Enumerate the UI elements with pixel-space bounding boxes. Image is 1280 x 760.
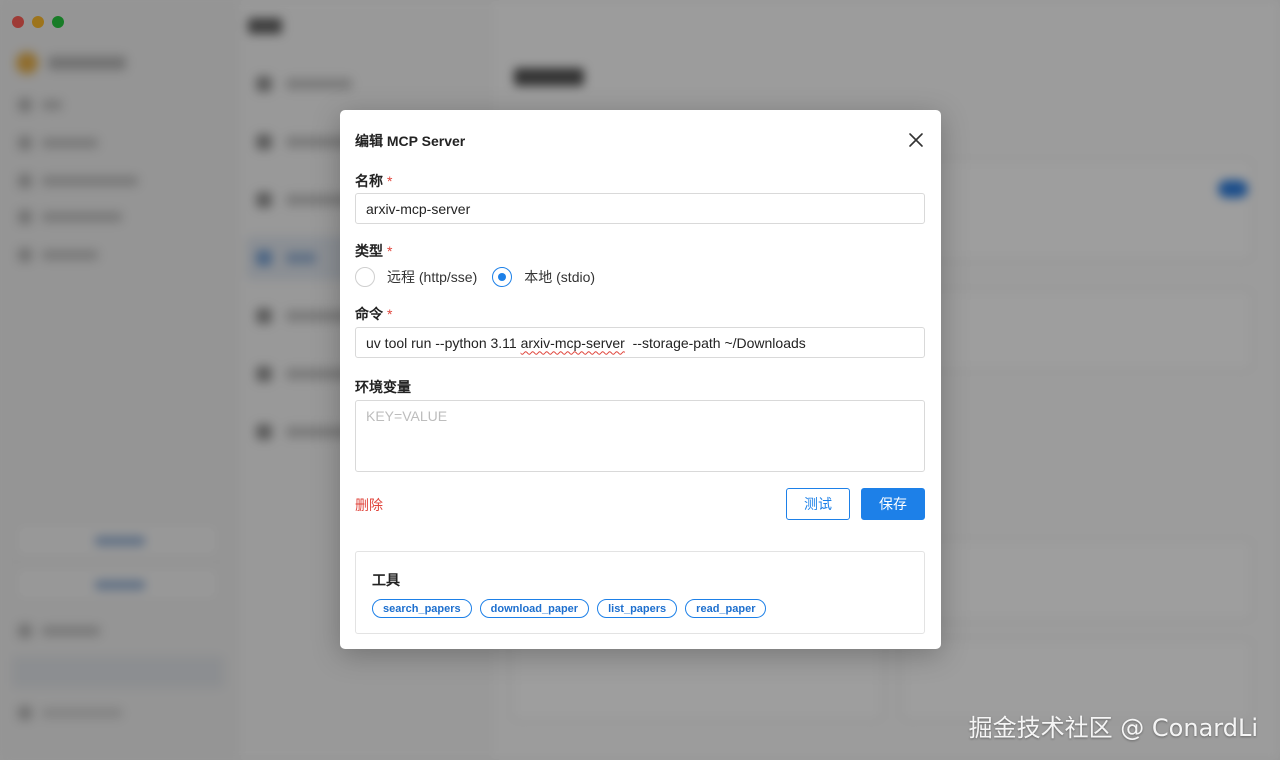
name-label: 名称 * [355,173,393,189]
tool-tag: list_papers [597,599,678,618]
spellcheck-flagged-word: arxiv-mcp-server [520,334,625,351]
watermark: 掘金技术社区 @ ConardLi [968,714,1258,742]
type-radio-local[interactable]: 本地 (stdio) [492,267,595,287]
type-label: 类型 * [355,243,393,259]
name-input[interactable] [355,193,925,224]
tools-list: search_papers download_paper list_papers… [372,599,767,618]
edit-mcp-server-dialog: 编辑 MCP Server 名称* 类型* 远程 (http/sse) 本地 (… [340,110,941,649]
command-label: 命令 * [355,306,393,322]
save-button[interactable]: 保存 [861,488,925,520]
tool-tag: download_paper [479,599,590,618]
radio-local-circle[interactable] [492,267,513,287]
tool-tag: search_papers [372,599,472,618]
type-radio-remote[interactable]: 远程 (http/sse) [355,267,477,287]
test-button[interactable]: 测试 [786,488,850,520]
env-textarea[interactable] [355,400,925,472]
command-input[interactable]: uv tool run --python 3.11 arxiv-mcp-serv… [355,327,925,358]
delete-link[interactable]: 删除 [355,495,383,515]
radio-remote-circle[interactable] [355,267,375,287]
tools-card: 工具 search_papers download_paper list_pap… [355,551,925,634]
close-icon[interactable] [906,130,926,150]
tools-title: 工具 [372,572,400,588]
dialog-title: 编辑 MCP Server [355,133,466,149]
type-radio-group: 远程 (http/sse) 本地 (stdio) [355,267,595,287]
tool-tag: read_paper [685,599,767,618]
env-label: 环境变量 [355,379,411,395]
